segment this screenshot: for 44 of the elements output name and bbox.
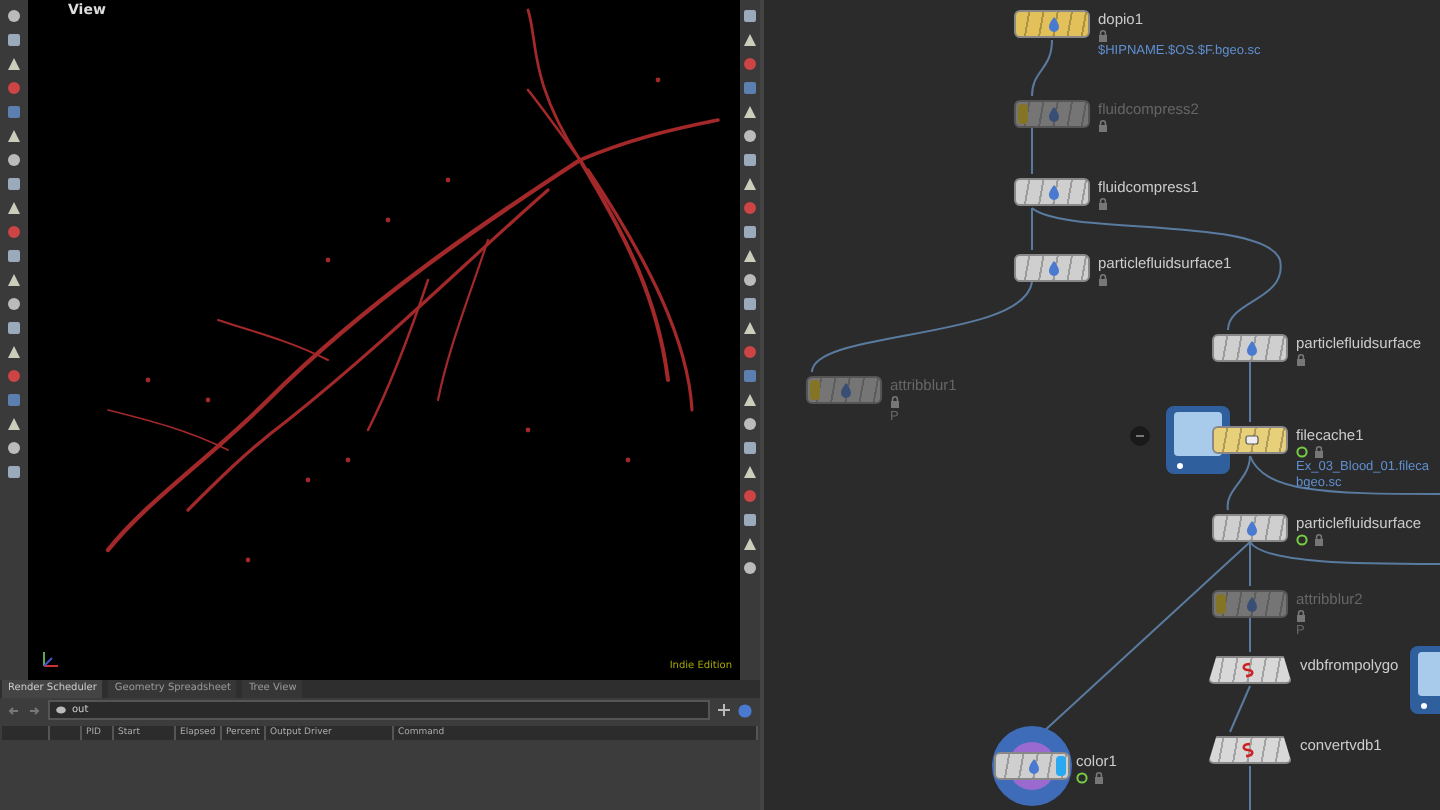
- back-arrow-icon[interactable]: [8, 705, 20, 715]
- forward-arrow-icon[interactable]: [28, 705, 40, 715]
- node-tile[interactable]: [1014, 254, 1090, 282]
- node-tile[interactable]: [1212, 334, 1288, 362]
- color-node-ring[interactable]: [992, 726, 1072, 806]
- lock-icon[interactable]: [1296, 610, 1306, 622]
- lock-icon[interactable]: [1098, 198, 1108, 210]
- node-tile[interactable]: [1212, 514, 1288, 542]
- lock-icon[interactable]: [1098, 274, 1108, 286]
- help-icon[interactable]: [738, 703, 752, 717]
- node-icon: [1244, 340, 1260, 356]
- node-icon: [1244, 520, 1260, 536]
- node-tile[interactable]: [1208, 656, 1292, 684]
- lock-icon[interactable]: [1296, 354, 1306, 366]
- node-wire: [1031, 127, 1033, 175]
- axis-icon: [40, 648, 60, 668]
- vdb-icon: [1240, 742, 1256, 758]
- pin-icon[interactable]: [718, 704, 730, 716]
- node-wire: [1031, 39, 1053, 97]
- vdb-icon: [1240, 662, 1256, 678]
- node-tile[interactable]: [994, 752, 1070, 780]
- node-icon: [1046, 260, 1062, 276]
- minus-circle-icon[interactable]: [1130, 426, 1150, 446]
- node-icon: [838, 382, 854, 398]
- disk-drive-icon: [1408, 644, 1440, 716]
- node-icon: [1046, 106, 1062, 122]
- node-icon: [1046, 184, 1062, 200]
- lock-icon[interactable]: [890, 396, 900, 408]
- disk-drive-icon: [1164, 404, 1232, 476]
- node-icon: [1244, 596, 1260, 612]
- lock-icon[interactable]: [1098, 120, 1108, 132]
- lock-icon[interactable]: [1314, 534, 1324, 546]
- node-wire: [1249, 361, 1251, 423]
- node-tile[interactable]: [1212, 426, 1288, 454]
- lock-icon[interactable]: [1094, 772, 1104, 784]
- node-tile[interactable]: [1014, 178, 1090, 206]
- node-icon: [1046, 16, 1062, 32]
- lock-icon[interactable]: [1098, 30, 1108, 42]
- node-tile[interactable]: [1014, 10, 1090, 38]
- node-icon: [1026, 758, 1042, 774]
- network-icon: [56, 706, 66, 714]
- node-tile[interactable]: [1208, 736, 1292, 764]
- node-wire: [1249, 765, 1251, 810]
- lock-icon[interactable]: [1314, 446, 1324, 458]
